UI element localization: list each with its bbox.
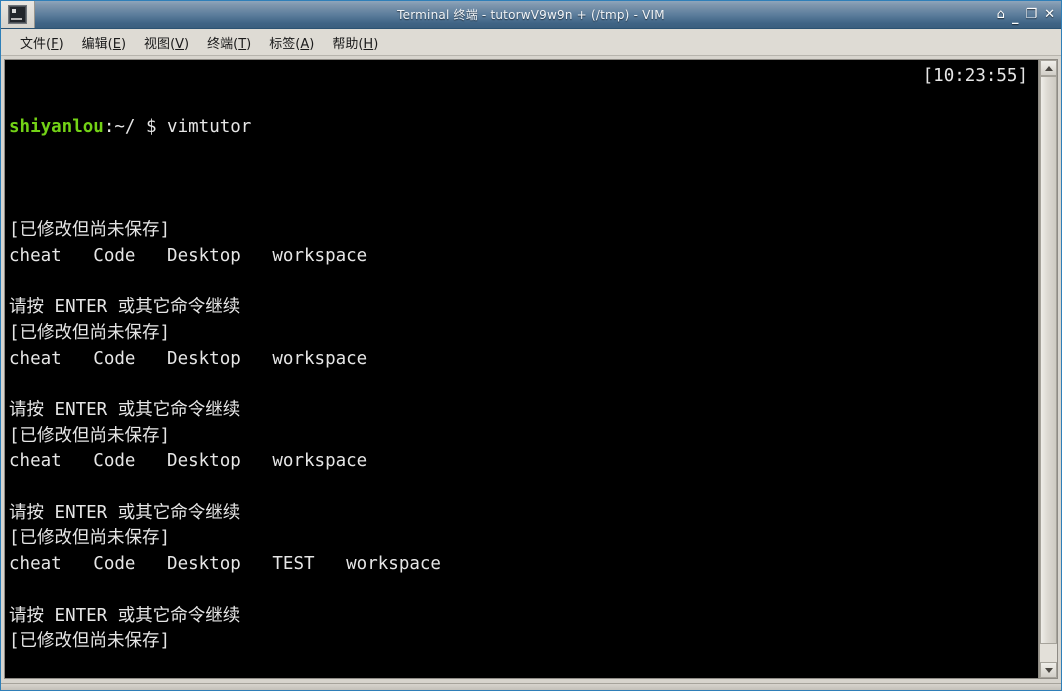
menu-item-edit[interactable]: 编辑(E)	[73, 31, 135, 54]
terminal-window: Terminal 终端 - tutorwV9w9n + (/tmp) - VIM…	[0, 0, 1062, 691]
terminal-output: shiyanlou:~/ $ vimtutor [已修改但尚未保存] cheat …	[9, 64, 1038, 679]
menu-item-file-key: F	[51, 36, 59, 52]
menu-item-view[interactable]: 视图(V)	[135, 31, 198, 54]
terminal-line: cheat Code Desktop TEST workspace	[9, 554, 441, 575]
maximize-button[interactable]: ❐	[1025, 8, 1037, 21]
shade-button[interactable]: ⌂	[997, 8, 1005, 21]
terminal-line: cheat Code Desktop workspace	[9, 451, 368, 472]
terminal-line: [已修改但尚未保存]	[9, 631, 171, 652]
terminal-line: cheat Code Desktop workspace	[9, 348, 368, 369]
menu-item-file-label: 文件	[20, 36, 47, 52]
menu-item-edit-label: 编辑	[81, 36, 108, 52]
terminal-prompt-line: shiyanlou:~/ $ vimtutor	[9, 115, 1038, 141]
terminal-line: 请按 ENTER 或其它命令继续	[9, 400, 241, 420]
terminal-screen[interactable]: [10:23:55] shiyanlou:~/ $ vimtutor [已修改但…	[4, 59, 1039, 679]
menu-item-edit-key: E	[112, 36, 121, 52]
menu-item-help-label: 帮助	[332, 36, 359, 52]
terminal-area: [10:23:55] shiyanlou:~/ $ vimtutor [已修改但…	[1, 56, 1061, 683]
menu-item-terminal-label: 终端	[207, 36, 234, 52]
minimize-button[interactable]: _	[1012, 11, 1019, 24]
menu-item-terminal-key: T	[238, 36, 247, 52]
window-resize-grip[interactable]	[1, 683, 1061, 690]
close-button[interactable]: ✕	[1044, 8, 1055, 21]
prompt-command: vimtutor	[167, 117, 252, 138]
title-bar[interactable]: Terminal 终端 - tutorwV9w9n + (/tmp) - VIM…	[1, 1, 1061, 29]
terminal-scrollbar[interactable]	[1039, 59, 1058, 679]
scroll-up-icon[interactable]	[1040, 60, 1057, 76]
scrollbar-thumb[interactable]	[1040, 76, 1057, 645]
terminal-line: [已修改但尚未保存]	[9, 220, 171, 241]
menu-item-view-label: 视图	[144, 36, 171, 52]
terminal-line: cheat Code Desktop workspace	[9, 245, 368, 266]
terminal-line: [已修改但尚未保存]	[9, 528, 171, 549]
scroll-down-icon[interactable]	[1040, 662, 1057, 678]
menu-item-tabs-label: 标签	[269, 36, 296, 52]
window-controls: ⌂ _ ❐ ✕	[997, 1, 1055, 28]
window-title: Terminal 终端 - tutorwV9w9n + (/tmp) - VIM	[397, 8, 665, 22]
prompt-path: :~/ $	[103, 117, 168, 138]
terminal-line: [已修改但尚未保存]	[9, 425, 171, 446]
scrollbar-track[interactable]	[1040, 76, 1057, 662]
menu-item-view-key: V	[175, 36, 185, 52]
menu-item-file[interactable]: 文件(F)	[11, 31, 73, 54]
menu-item-help[interactable]: 帮助(H)	[323, 31, 387, 54]
menu-item-terminal[interactable]: 终端(T)	[198, 31, 260, 54]
terminal-line: 请按 ENTER 或其它命令继续	[9, 605, 241, 626]
terminal-line: [已修改但尚未保存]	[9, 322, 171, 343]
menu-item-tabs-key: A	[300, 36, 310, 52]
menu-item-help-key: H	[363, 36, 374, 52]
window-menu-button[interactable]	[1, 1, 35, 28]
prompt-user: shiyanlou	[9, 117, 104, 138]
terminal-line: 请按 ENTER 或其它命令继续	[9, 502, 241, 523]
menu-bar: 文件(F) 编辑(E) 视图(V) 终端(T) 标签(A) 帮助(H)	[1, 29, 1061, 56]
terminal-line: 请按 ENTER 或其它命令继续	[9, 297, 241, 318]
menu-item-tabs[interactable]: 标签(A)	[260, 31, 323, 54]
terminal-icon	[8, 5, 27, 24]
terminal-line-list: [已修改但尚未保存] cheat Code Desktop workspace 请按…	[9, 193, 1038, 679]
